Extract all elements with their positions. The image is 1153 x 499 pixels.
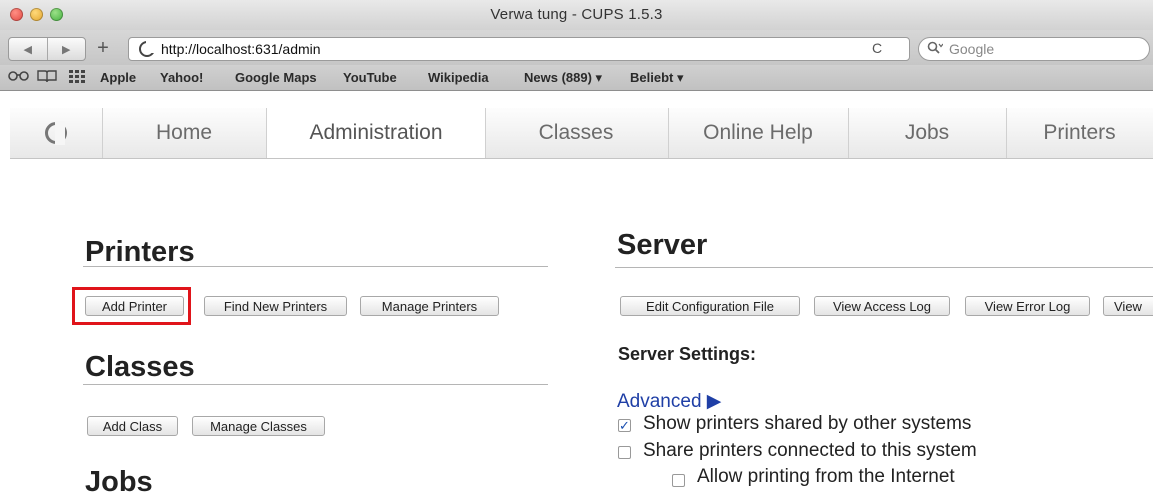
forward-button[interactable]: ▶	[46, 38, 86, 60]
tab-classes[interactable]: Classes	[484, 108, 669, 158]
view-page-log-button[interactable]: View	[1103, 296, 1153, 316]
tab-printers[interactable]: Printers	[1006, 108, 1153, 158]
cups-nav-tabs: Home Administration Classes Online Help …	[10, 108, 1153, 159]
view-error-log-button[interactable]: View Error Log	[965, 296, 1090, 316]
cups-favicon-icon	[139, 41, 155, 57]
printers-divider	[83, 266, 548, 267]
reload-icon[interactable]: C	[872, 40, 882, 56]
add-class-button[interactable]: Add Class	[87, 416, 178, 436]
bookmark-wikipedia[interactable]: Wikipedia	[428, 70, 489, 85]
classes-heading: Classes	[85, 351, 195, 383]
server-settings-heading: Server Settings:	[618, 344, 757, 364]
view-access-log-button[interactable]: View Access Log	[814, 296, 950, 316]
printers-heading: Printers	[85, 236, 195, 268]
manage-classes-button[interactable]: Manage Classes	[192, 416, 325, 436]
allow-internet-printing-checkbox[interactable]	[672, 474, 685, 487]
add-printer-highlight-box	[72, 287, 191, 325]
manage-printers-button[interactable]: Manage Printers	[360, 296, 499, 316]
server-divider	[615, 267, 1153, 268]
bookmark-google-maps[interactable]: Google Maps	[235, 70, 317, 85]
bookmark-youtube[interactable]: YouTube	[343, 70, 397, 85]
share-printers-checkbox[interactable]	[618, 446, 631, 459]
advanced-toggle-link[interactable]: Advanced ▶	[617, 390, 721, 413]
allow-internet-printing-label: Allow printing from the Internet	[697, 466, 955, 487]
address-bar-url: http://localhost:631/admin	[161, 41, 321, 57]
bookmark-apple[interactable]: Apple	[100, 70, 136, 85]
browser-toolbar: ◀ ▶ + http://localhost:631/admin C Googl…	[0, 30, 1153, 65]
reading-list-icon[interactable]	[8, 69, 30, 86]
show-shared-printers-label: Show printers shared by other systems	[643, 413, 972, 434]
new-tab-button[interactable]: +	[92, 37, 114, 59]
bookmark-beliebt-menu[interactable]: Beliebt ▾	[630, 70, 683, 86]
top-sites-grid-icon[interactable]	[69, 69, 85, 86]
search-placeholder: Google	[949, 41, 995, 57]
share-printers-label: Share printers connected to this system	[643, 440, 977, 461]
edit-configuration-file-button[interactable]: Edit Configuration File	[620, 296, 800, 316]
bookmark-yahoo[interactable]: Yahoo!	[160, 70, 203, 85]
back-button[interactable]: ◀	[9, 38, 47, 60]
server-heading: Server	[617, 229, 708, 261]
window-title: Verwa tung - CUPS 1.5.3	[490, 6, 663, 23]
back-forward-buttons: ◀ ▶	[8, 37, 86, 61]
search-icon	[927, 41, 944, 58]
tab-online-help[interactable]: Online Help	[668, 108, 849, 158]
show-shared-printers-checkbox[interactable]: ✓	[618, 419, 631, 432]
find-new-printers-button[interactable]: Find New Printers	[204, 296, 347, 316]
tab-jobs[interactable]: Jobs	[848, 108, 1007, 158]
address-bar[interactable]: http://localhost:631/admin	[128, 37, 910, 61]
tab-home[interactable]: Home	[102, 108, 267, 158]
classes-divider	[83, 384, 548, 385]
bookmarks-book-icon[interactable]	[37, 69, 57, 86]
search-field[interactable]: Google	[918, 37, 1150, 61]
tab-administration[interactable]: Administration	[266, 108, 486, 158]
cups-logo-icon[interactable]	[10, 108, 103, 158]
bookmarks-bar: Apple Yahoo! Google Maps YouTube Wikiped…	[0, 65, 1153, 91]
window-titlebar: Verwa tung - CUPS 1.5.3	[0, 0, 1153, 30]
bookmark-news-menu[interactable]: News (889) ▾	[524, 70, 602, 86]
